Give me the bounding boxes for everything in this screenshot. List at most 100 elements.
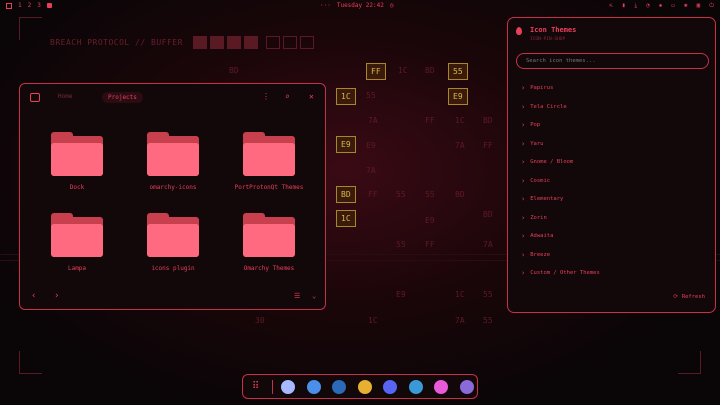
volume-icon[interactable]: ◈ xyxy=(659,2,663,10)
matrix-code: 7A xyxy=(455,141,465,150)
monitor-icon[interactable]: ▣ xyxy=(697,2,701,10)
theme-item[interactable]: › Elementary xyxy=(521,190,600,209)
bluetooth-icon[interactable]: ✱ xyxy=(684,2,688,10)
folder-icon xyxy=(243,213,295,257)
refresh-icon: ⟳ xyxy=(673,294,678,300)
panel-title: Icon Themes xyxy=(530,26,577,34)
chevron-right-icon: › xyxy=(521,139,526,148)
inkscape-app-icon[interactable] xyxy=(459,380,474,394)
theme-label: Papirus xyxy=(530,85,554,92)
theme-item[interactable]: › Yaru xyxy=(521,135,600,154)
theme-item[interactable]: › Papirus xyxy=(521,79,600,98)
theme-item[interactable]: › Breeze xyxy=(521,246,600,265)
theme-item[interactable]: › Gnome / Bloom xyxy=(521,153,600,172)
active-workspace-icon[interactable] xyxy=(46,3,52,8)
tray-icon[interactable]: ▮ xyxy=(622,2,626,10)
folder-icon xyxy=(147,213,199,257)
chevron-right-icon: › xyxy=(521,176,526,185)
breadcrumb-current[interactable]: Projects xyxy=(102,92,143,103)
breadcrumb-home[interactable]: Home xyxy=(58,93,72,100)
theme-item[interactable]: › Custom / Other Themes xyxy=(521,264,600,283)
refresh-button[interactable]: ⟳ Refresh xyxy=(673,294,705,300)
forward-icon[interactable]: › xyxy=(54,291,59,301)
chevron-down-icon[interactable]: ⌄ xyxy=(312,292,316,300)
matrix-code[interactable]: FF xyxy=(366,63,386,80)
matrix-code[interactable]: E9 xyxy=(448,88,468,105)
buffer-cell xyxy=(265,36,280,49)
color-picker-app-icon[interactable] xyxy=(434,380,448,394)
folder-label: icons plugin xyxy=(151,265,195,272)
power-icon[interactable]: ⏻ xyxy=(709,2,714,10)
theme-label: Pop xyxy=(530,122,541,129)
folder-label: omarchy-icons xyxy=(149,184,197,191)
matrix-code: 55 xyxy=(396,240,406,249)
file-manager-header: Home Projects ⋮ ⌕ ✕ xyxy=(20,84,325,112)
icon-themes-panel: Icon Themes ICON-PIN-SHOP › Papirus › Tela… xyxy=(507,17,716,313)
matrix-code: BD xyxy=(425,66,435,75)
clock[interactable]: Tuesday 22:42 xyxy=(337,2,384,9)
theme-label: Adwaita xyxy=(530,233,554,240)
file-manager-window[interactable]: Home Projects ⋮ ⌕ ✕ Dock omarchy-icons P… xyxy=(19,83,326,310)
matrix-code[interactable]: 55 xyxy=(448,63,468,80)
theme-search-input[interactable] xyxy=(516,53,709,69)
folder-item[interactable]: Lampa xyxy=(32,213,122,272)
tray-arrow-icon[interactable]: ⇱ xyxy=(609,2,613,10)
apps-icon[interactable] xyxy=(6,2,12,9)
frame-corner xyxy=(19,351,42,374)
files-app-icon[interactable] xyxy=(306,380,321,394)
matrix-code: FF xyxy=(483,141,493,150)
breach-title: BREACH PROTOCOL // BUFFER xyxy=(50,38,183,47)
theme-label: Elementary xyxy=(530,196,564,203)
battery-icon[interactable]: ▭ xyxy=(671,2,675,10)
workspace-3[interactable]: 3 xyxy=(37,2,41,9)
theme-item[interactable]: › Tela Circle xyxy=(521,98,600,117)
chevron-right-icon: › xyxy=(521,102,526,111)
buffer-cell xyxy=(209,36,224,49)
matrix-code[interactable]: BD xyxy=(336,186,356,203)
download-icon[interactable]: ⤓ xyxy=(634,2,637,10)
folder-item[interactable]: PortProtonQt Themes xyxy=(224,132,314,191)
folder-item[interactable]: Dock xyxy=(32,132,122,191)
matrix-code[interactable]: 1C xyxy=(336,88,356,105)
chrome-app-icon[interactable] xyxy=(357,380,372,394)
buffer-cell xyxy=(192,36,207,49)
menu-icon[interactable]: ⋮ xyxy=(262,92,270,101)
overview-dots[interactable]: ··· xyxy=(320,2,331,9)
theme-item[interactable]: › Cosmic xyxy=(521,172,600,191)
wifi-icon[interactable]: ◔ xyxy=(646,2,650,10)
matrix-code[interactable]: 1C xyxy=(336,210,356,227)
theme-label: Custom / Other Themes xyxy=(530,270,600,277)
ghost-app-icon[interactable] xyxy=(281,380,295,394)
back-icon[interactable]: ‹ xyxy=(31,291,36,301)
theme-item[interactable]: › Adwaita xyxy=(521,227,600,246)
theme-item[interactable]: › Zorin xyxy=(521,209,600,228)
chevron-right-icon: › xyxy=(521,269,526,278)
folder-label: Dock xyxy=(69,184,85,191)
buffer-cell xyxy=(243,36,258,49)
matrix-code[interactable]: E9 xyxy=(336,136,356,153)
discord-app-icon[interactable] xyxy=(383,380,397,394)
matrix-code: FF xyxy=(425,116,435,125)
folder-icon xyxy=(147,132,199,176)
folder-item[interactable]: Omarchy Themes xyxy=(224,213,314,272)
steam-app-icon[interactable] xyxy=(332,380,346,394)
folder-item[interactable]: omarchy-icons xyxy=(128,132,218,191)
folder-item[interactable]: icons plugin xyxy=(128,213,218,272)
chevron-right-icon: › xyxy=(521,84,526,93)
workspace-2[interactable]: 2 xyxy=(28,2,32,9)
theme-item[interactable]: › Pop xyxy=(521,116,600,135)
matrix-code: 1C xyxy=(398,66,408,75)
sidebar-toggle-icon[interactable] xyxy=(30,93,40,102)
app-grid-icon[interactable]: ⠿ xyxy=(252,381,259,392)
clock-icon: ◷ xyxy=(389,2,394,9)
matrix-code: FF xyxy=(425,240,435,249)
browser-app-icon[interactable] xyxy=(408,380,423,394)
buffer-cell xyxy=(299,36,314,49)
breach-protocol-header: BREACH PROTOCOL // BUFFER xyxy=(50,36,314,49)
workspace-1[interactable]: 1 xyxy=(18,2,22,9)
matrix-code: 7A xyxy=(366,166,376,175)
close-icon[interactable]: ✕ xyxy=(309,92,314,101)
list-view-icon[interactable]: ☰ xyxy=(294,292,300,300)
matrix-code: 55 xyxy=(483,290,493,299)
search-icon[interactable]: ⌕ xyxy=(285,92,290,101)
